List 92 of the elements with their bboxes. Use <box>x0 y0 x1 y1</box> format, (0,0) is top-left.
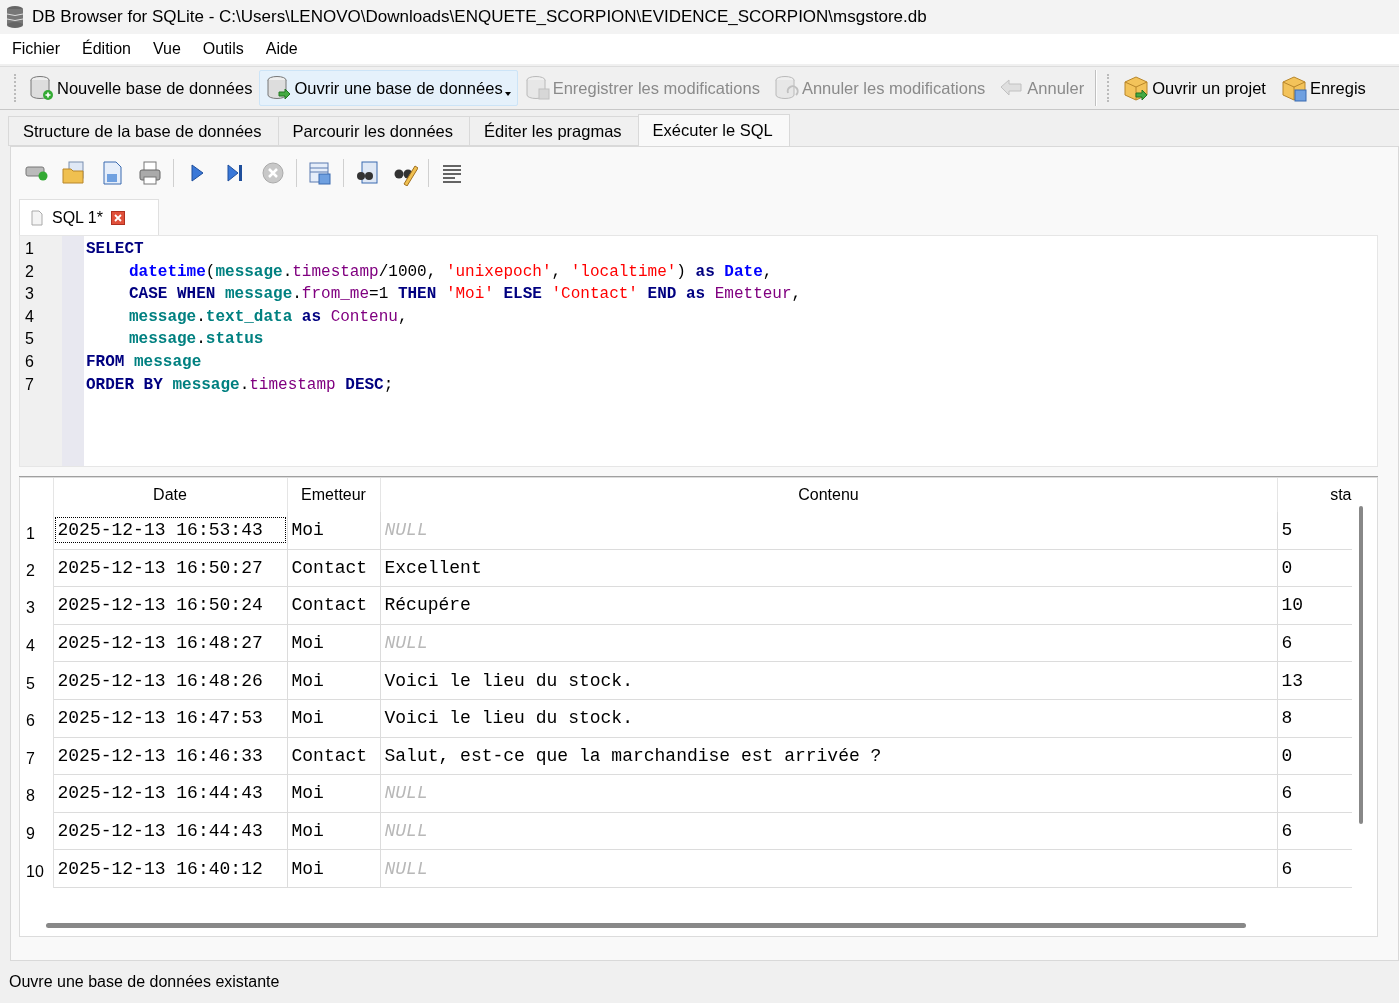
menu-item[interactable]: Fichier <box>4 40 68 58</box>
table-cell-text: 8 <box>1280 707 1294 731</box>
column-header[interactable]: Date <box>53 478 287 512</box>
table-cell-text: Moi <box>290 782 325 806</box>
table-cell-text: NULL <box>383 820 429 844</box>
line-number: 4 <box>24 306 35 327</box>
table-cell-text: 2025-12-13 16:50:27 <box>56 556 264 580</box>
status-text: Ouvre une base de données existante <box>9 973 280 991</box>
scrollbar[interactable] <box>1359 506 1363 824</box>
tab[interactable]: Exécuter le SQL <box>637 114 790 146</box>
scrollbar[interactable] <box>46 923 1246 928</box>
table-cell-text: Contact <box>290 594 369 618</box>
table-cell-text: Contact <box>290 744 369 768</box>
code-line: message.text_data as Contenu, <box>128 306 409 328</box>
table-cell-text: 2025-12-13 16:40:12 <box>56 857 264 881</box>
line-number: 7 <box>24 374 35 395</box>
line-number: 2 <box>24 261 35 282</box>
save-results-icon <box>307 160 333 186</box>
line-number: 3 <box>24 284 35 305</box>
table-cell-text: 6 <box>1280 632 1294 656</box>
document-icon <box>30 209 44 226</box>
line-number: 1 <box>24 239 35 259</box>
sql-editor[interactable] <box>19 235 1378 467</box>
revert-database-icon <box>773 75 800 101</box>
table-cell-text: 2025-12-13 16:44:43 <box>56 820 264 844</box>
menu-item[interactable]: Outils <box>194 40 252 58</box>
open-folder-icon <box>61 160 87 186</box>
table-cell-text: Moi <box>290 857 325 881</box>
column-header[interactable]: Contenu <box>380 478 1277 512</box>
table-cell-text: Excellent <box>383 556 483 580</box>
table-cell-text: 2025-12-13 16:48:26 <box>56 669 264 693</box>
open-project-icon <box>1122 74 1151 102</box>
table-cell-text: Moi <box>290 519 325 543</box>
print-icon <box>137 160 163 186</box>
table-cell-text: 2025-12-13 16:44:43 <box>56 782 264 806</box>
code-line: FROM message <box>86 351 203 373</box>
code-line: SELECT <box>86 239 145 260</box>
table-cell-text: 0 <box>1280 744 1294 768</box>
tab[interactable]: Éditer les pragmas <box>469 116 639 146</box>
table-cell-text: 10 <box>1280 594 1305 618</box>
database-icon <box>6 5 24 29</box>
table-cell-text: Récupére <box>383 594 472 618</box>
table-cell-text: Moi <box>290 632 325 656</box>
table-cell-text: Contact <box>290 556 369 580</box>
table-cell-text: 0 <box>1280 556 1294 580</box>
table-cell-text: Voici le lieu du stock. <box>383 707 634 731</box>
window-title: DB Browser for SQLite - C:\Users\LENOVO\Downloads\ENQUETE_SCORPION\EVIDENCE_SCORPION\msgstore.db <box>32 7 927 27</box>
line-number: 5 <box>24 329 35 350</box>
new-database-icon <box>29 75 55 101</box>
menu-item[interactable]: Édition <box>74 40 139 58</box>
column-header[interactable]: sta <box>1277 478 1352 512</box>
table-cell-text: Moi <box>290 669 325 693</box>
code-line: datetime(message.timestamp/1000, 'unixepoch', 'localtime') as Date, <box>128 261 774 283</box>
toolbar-button[interactable]: Nouvelle base de données <box>22 70 260 106</box>
column-header[interactable]: Emetteur <box>287 478 380 512</box>
table-cell-text: Moi <box>290 707 325 731</box>
open-database-icon <box>266 75 293 101</box>
line-number: 6 <box>24 351 35 372</box>
open-tab-icon <box>24 165 48 181</box>
table-cell: 2025-12-13 16:53:43 <box>53 516 287 545</box>
table-cell-text: NULL <box>383 857 429 881</box>
code-line: CASE WHEN message.from_me=1 THEN 'Moi' ELSE 'Contact' END as Emetteur, <box>128 284 803 306</box>
code-line: ORDER BY message.timestamp DESC; <box>86 374 395 396</box>
menu-item[interactable]: Vue <box>144 40 189 58</box>
table-cell-text: 13 <box>1280 669 1305 693</box>
table-cell-text: Moi <box>290 820 325 844</box>
table-cell-text: NULL <box>383 632 429 656</box>
stop-icon <box>260 160 286 186</box>
table-cell-text: 6 <box>1280 820 1294 844</box>
toolbar-button[interactable]: Enregis <box>1272 70 1373 106</box>
table-cell-text: 6 <box>1280 782 1294 806</box>
tab[interactable]: Parcourir les données <box>277 116 471 146</box>
save-project-icon <box>1279 74 1308 102</box>
toolbar-button[interactable]: Ouvrir un projet <box>1115 70 1273 106</box>
table-cell-text: 2025-12-13 16:50:24 <box>56 594 264 618</box>
tab[interactable]: Structure de la base de données <box>8 116 279 146</box>
table-cell-text: 6 <box>1280 857 1294 881</box>
table-cell-text: Voici le lieu du stock. <box>383 669 634 693</box>
find-icon <box>354 160 380 186</box>
table-cell-text: 5 <box>1280 519 1294 543</box>
close-icon[interactable] <box>111 210 125 225</box>
table-cell-text: Salut, est-ce que la marchandise est arrivée ? <box>383 744 883 768</box>
toolbar-button[interactable]: Ouvrir une base de données <box>259 70 518 106</box>
table-cell-text: NULL <box>383 519 429 543</box>
table-cell-text: 2025-12-13 16:48:27 <box>56 632 264 656</box>
menu-item[interactable]: Aide <box>257 40 306 58</box>
code-line: message.status <box>128 329 265 351</box>
save-database-icon <box>524 75 551 101</box>
editor-tab[interactable]: SQL 1* <box>19 199 159 235</box>
table-cell-text: 2025-12-13 16:47:53 <box>56 707 264 731</box>
table-cell-text: NULL <box>383 782 429 806</box>
table-cell-text: 2025-12-13 16:46:33 <box>56 744 264 768</box>
